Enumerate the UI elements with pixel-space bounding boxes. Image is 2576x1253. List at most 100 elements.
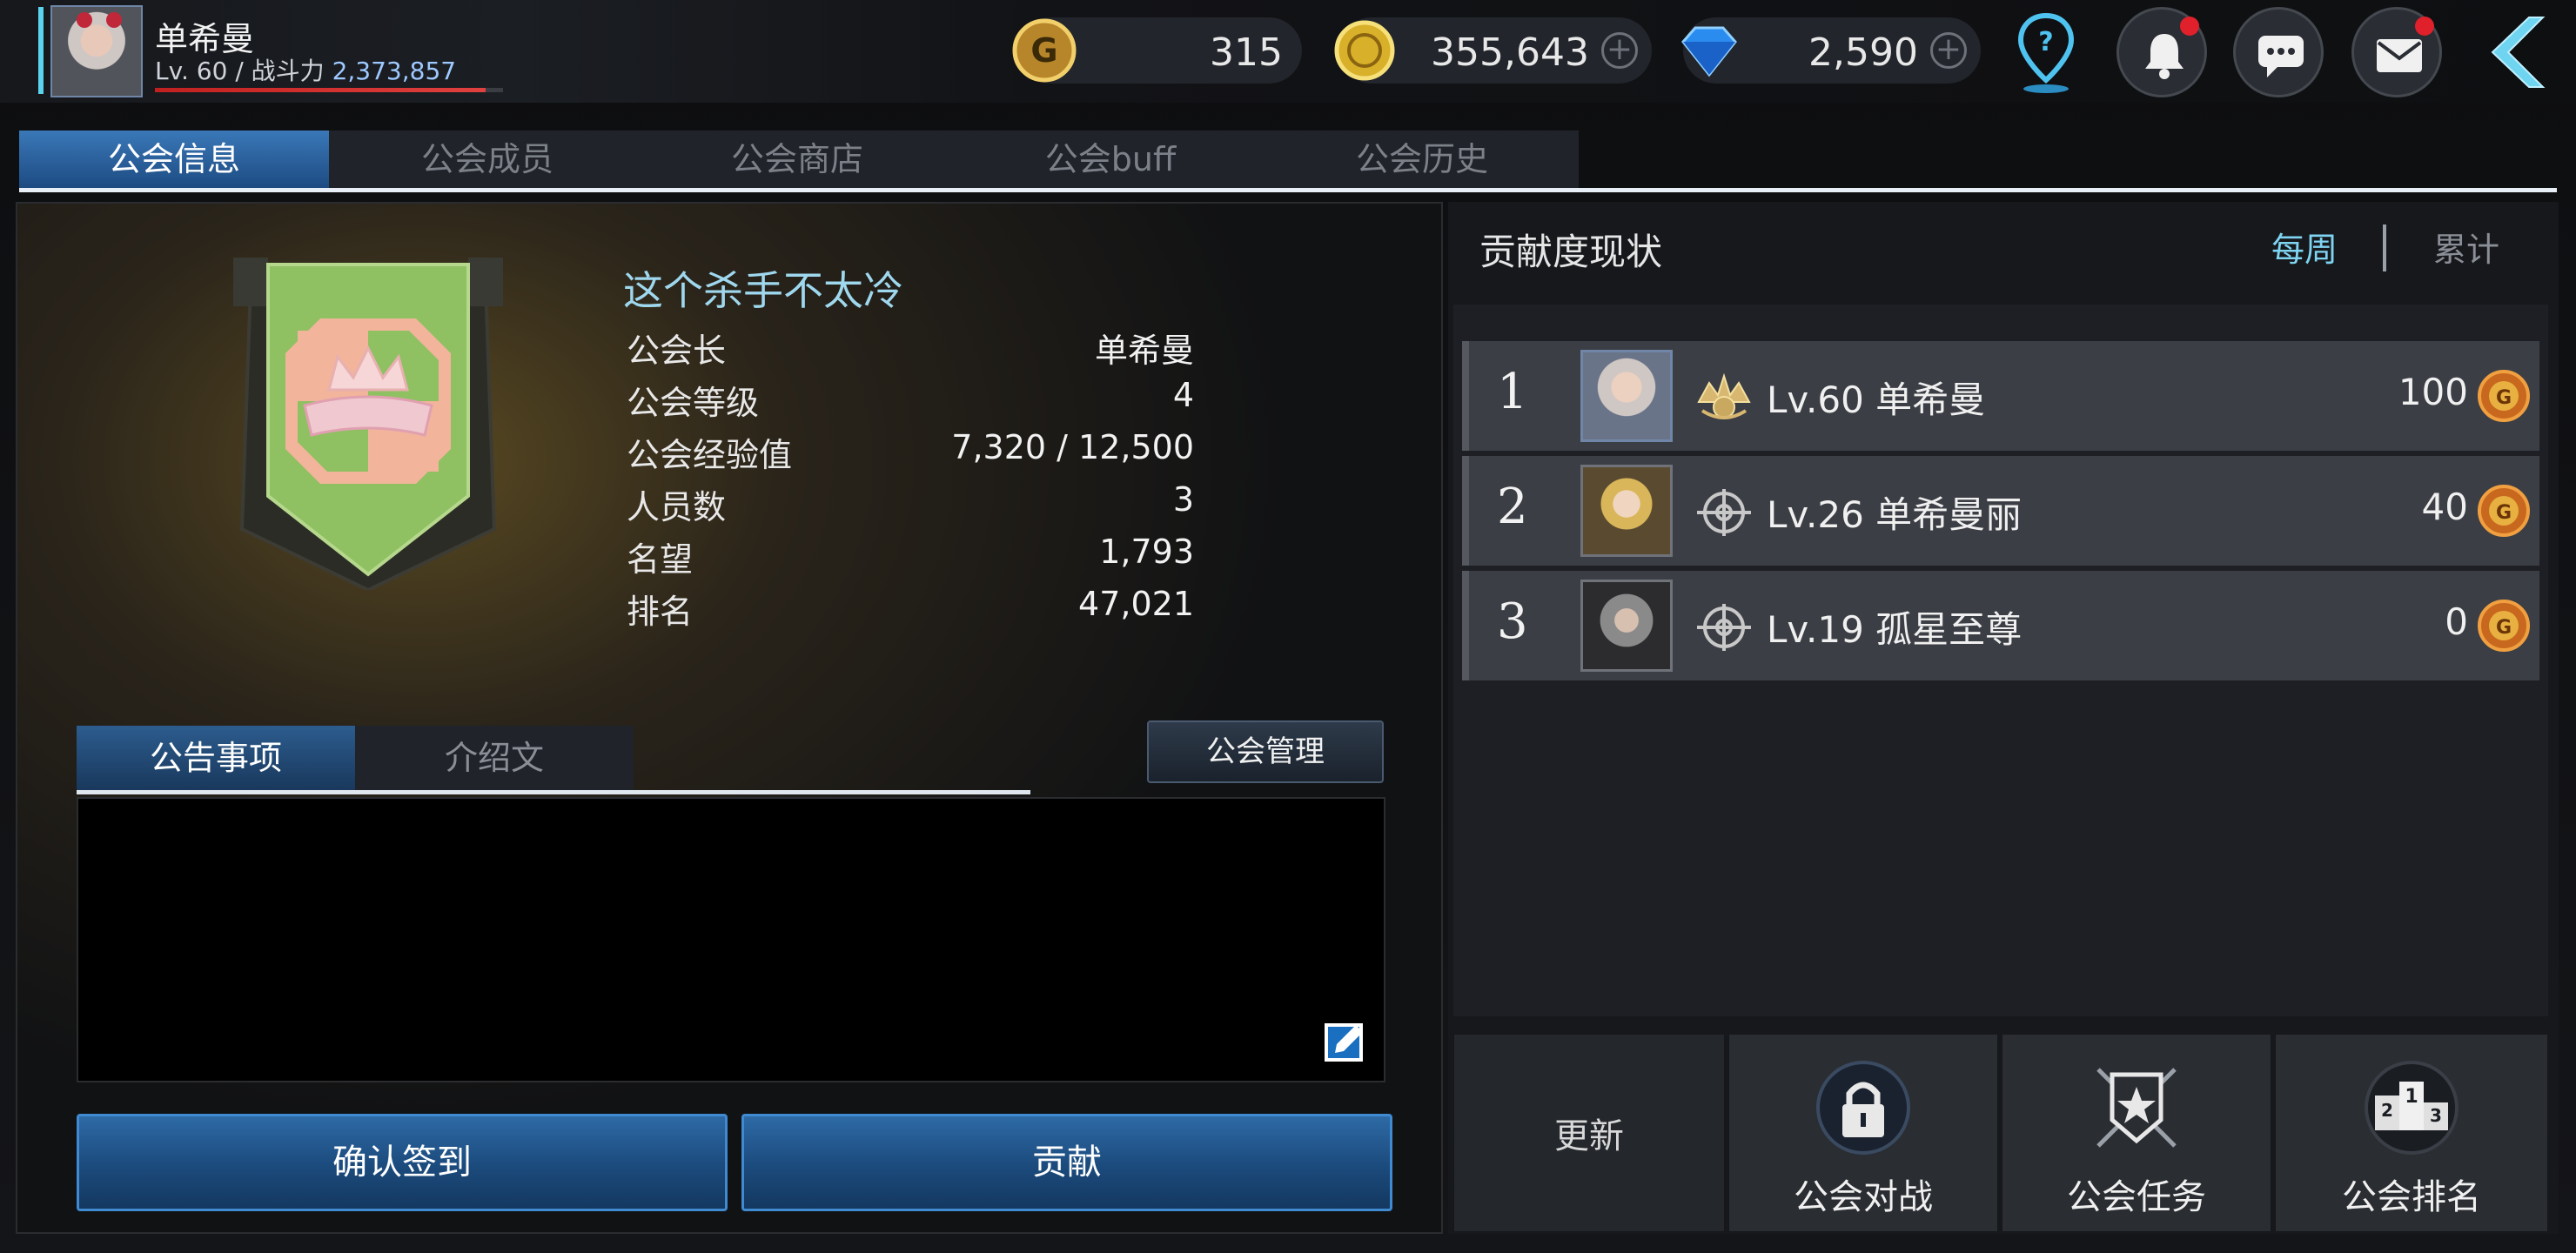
tab-guild-members[interactable]: 公会成员 <box>332 131 642 188</box>
member-points: 0 <box>2445 600 2468 643</box>
player-level-label: Lv. 60 / 战斗力 <box>155 57 325 85</box>
diamond-counter: 2,590 + <box>1681 17 1981 84</box>
leader-crown-icon <box>1697 372 1751 419</box>
player-hp-bar <box>155 88 503 92</box>
bell-icon <box>2145 34 2184 79</box>
guild-screen: 单希曼 Lv. 60 / 战斗力 2,373,857 G 315 355,643… <box>0 0 2576 1253</box>
svg-text:G: G <box>2496 387 2512 409</box>
gold-value: 355,643 <box>1431 30 1589 75</box>
location-pin-icon[interactable]: ? <box>2016 10 2076 97</box>
tab-guild-buff[interactable]: 公会buff <box>956 131 1265 188</box>
top-bar: 单希曼 Lv. 60 / 战斗力 2,373,857 G 315 355,643… <box>0 0 2576 103</box>
notification-dot <box>2180 17 2199 36</box>
chat-button[interactable] <box>2233 7 2324 97</box>
guild-ranking-button[interactable]: 12 3 公会排名 <box>2275 1034 2548 1232</box>
edit-notice-icon[interactable] <box>1323 1018 1370 1065</box>
row-rank: 1 <box>1497 364 1528 420</box>
svg-text:1: 1 <box>2405 1086 2418 1108</box>
g-coin-value: 315 <box>1210 30 1283 75</box>
info-value-rank: 47,021 <box>1078 585 1194 623</box>
guild-quest-button[interactable]: 公会任务 <box>2002 1034 2271 1232</box>
notification-button[interactable] <box>2116 7 2207 97</box>
top-bar-accent <box>38 7 44 94</box>
contribution-list: 1 Lv.60 单希曼 100 G 2 Lv.26 单希曼丽 40 G 3 Lv… <box>1453 305 2548 1016</box>
gold-coin-icon <box>1334 20 1395 81</box>
back-arrow-icon[interactable] <box>2475 12 2555 92</box>
info-value-leader: 单希曼 <box>1094 332 1194 370</box>
diamond-add-button[interactable]: + <box>1930 32 1967 69</box>
row-rank: 3 <box>1497 593 1528 650</box>
player-power: 2,373,857 <box>332 57 457 85</box>
notice-board <box>77 797 1385 1082</box>
tab-guild-history[interactable]: 公会历史 <box>1267 131 1577 188</box>
guild-ranking-label: 公会排名 <box>2342 1177 2481 1217</box>
member-avatar <box>1580 350 1673 442</box>
info-value-level: 4 <box>1172 376 1194 414</box>
member-name: Lv.26 单希曼丽 <box>1767 493 2023 536</box>
gold-counter: 355,643 + <box>1334 17 1652 84</box>
mail-button[interactable] <box>2351 7 2442 97</box>
contribution-row[interactable]: 1 Lv.60 单希曼 100 G <box>1462 341 2539 451</box>
guild-war-label: 公会对战 <box>1794 1177 1933 1217</box>
gold-add-button[interactable]: + <box>1601 32 1638 69</box>
diamond-value: 2,590 <box>1808 30 1918 75</box>
notice-tab-underline <box>77 790 1030 794</box>
info-value-exp: 7,320 / 12,500 <box>951 428 1194 466</box>
lock-icon <box>1816 1061 1910 1155</box>
guild-medal-icon: G <box>2478 485 2530 537</box>
player-avatar[interactable] <box>50 5 143 97</box>
podium-icon: 12 3 <box>2365 1061 2459 1155</box>
diamond-icon <box>1681 26 1737 77</box>
guild-manage-button[interactable]: 公会管理 <box>1147 720 1384 783</box>
svg-text:G: G <box>1030 31 1057 70</box>
contribute-button[interactable]: 贡献 <box>741 1114 1392 1211</box>
contribution-row[interactable]: 3 Lv.19 孤星至尊 0 G <box>1462 571 2539 680</box>
period-separator <box>2383 224 2386 271</box>
contribution-title: 贡献度现状 <box>1479 231 1663 273</box>
chat-icon <box>2258 36 2304 77</box>
contribution-row[interactable]: 2 Lv.26 单希曼丽 40 G <box>1462 456 2539 566</box>
tab-guild-info[interactable]: 公会信息 <box>19 131 329 188</box>
row-rank: 2 <box>1497 479 1528 535</box>
guild-tabs: 公会信息 公会成员 公会商店 公会buff 公会历史 <box>19 131 1579 188</box>
mail-icon <box>2377 39 2422 72</box>
player-hp-fill <box>155 88 486 92</box>
checkin-button[interactable]: 确认签到 <box>77 1114 728 1211</box>
notice-tabs: 公告事项 介绍文 <box>77 726 634 790</box>
guild-emblem <box>233 258 503 590</box>
guild-war-button[interactable]: 公会对战 <box>1728 1034 1998 1232</box>
guild-medal-icon: G <box>2478 370 2530 422</box>
svg-text:G: G <box>2496 617 2512 639</box>
refresh-label: 更新 <box>1554 1116 1624 1156</box>
svg-text:G: G <box>2496 502 2512 524</box>
guild-quest-label: 公会任务 <box>2067 1177 2206 1217</box>
tab-notice[interactable]: 公告事项 <box>77 726 355 790</box>
mail-dot <box>2415 17 2434 36</box>
member-avatar <box>1580 465 1673 557</box>
crosshair-icon <box>1697 489 1751 536</box>
period-total-toggle[interactable]: 累计 <box>2433 223 2499 271</box>
tab-underline <box>19 188 2557 192</box>
guild-medal-icon: G <box>2478 600 2530 652</box>
tab-guild-shop[interactable]: 公会商店 <box>642 131 952 188</box>
svg-text:3: 3 <box>2430 1105 2442 1126</box>
g-coin-icon: G <box>1012 18 1077 83</box>
guild-name: 这个杀手不太冷 <box>623 267 903 314</box>
quest-shield-icon <box>2096 1068 2177 1148</box>
member-points: 40 <box>2421 486 2468 528</box>
player-level-power: Lv. 60 / 战斗力 2,373,857 <box>155 52 456 87</box>
avatar-hair-bow <box>77 12 92 28</box>
g-coin-counter: G 315 <box>1012 17 1302 84</box>
crosshair-icon <box>1697 604 1751 651</box>
member-avatar <box>1580 580 1673 672</box>
period-weekly-toggle[interactable]: 每周 <box>2271 223 2338 271</box>
refresh-button[interactable]: 更新 <box>1453 1034 1725 1232</box>
member-name: Lv.19 孤星至尊 <box>1767 608 2023 651</box>
svg-text:?: ? <box>2038 27 2053 57</box>
tab-intro[interactable]: 介绍文 <box>355 726 634 790</box>
svg-text:2: 2 <box>2381 1100 2393 1121</box>
info-value-fame: 1,793 <box>1099 533 1194 571</box>
member-points: 100 <box>2398 371 2468 413</box>
avatar-hair-bow <box>106 12 122 28</box>
member-name: Lv.60 单希曼 <box>1767 379 1986 421</box>
